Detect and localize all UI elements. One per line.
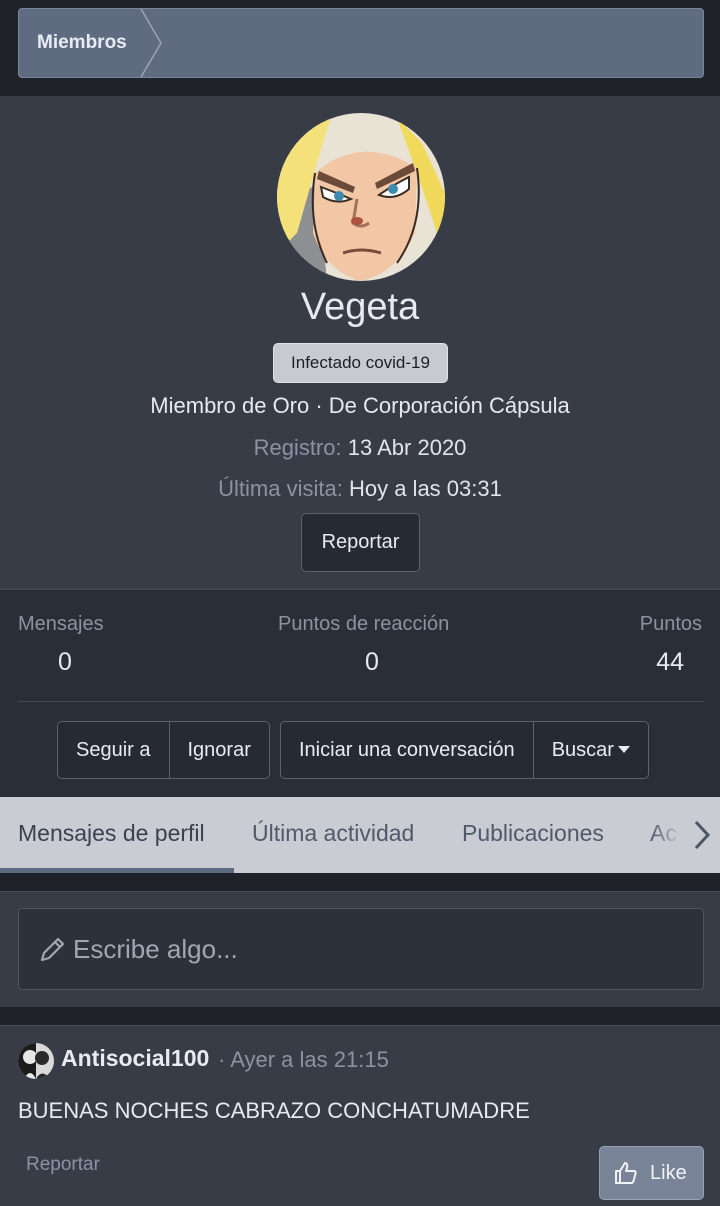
- tab-latest-activity[interactable]: Última actividad: [252, 797, 414, 873]
- search-dropdown-label: Buscar: [551, 739, 614, 761]
- user-title: Miembro de Oro · De Corporación Cápsula: [150, 393, 570, 418]
- profile-tabs: Mensajes de perfil Última actividad Publ…: [0, 797, 720, 873]
- registered-value: 13 Abr 2020: [347, 435, 467, 460]
- like-button[interactable]: Like: [599, 1146, 704, 1200]
- pencil-icon: [40, 937, 65, 962]
- post-author[interactable]: Antisocial100: [61, 1045, 209, 1072]
- breadcrumb: Miembros: [18, 8, 704, 78]
- caret-down-icon: [617, 746, 630, 753]
- reactions-value[interactable]: 0: [365, 648, 379, 677]
- composer-placeholder: Escribe algo...: [73, 934, 238, 964]
- search-dropdown-button[interactable]: Buscar: [532, 722, 648, 778]
- like-label: Like: [650, 1162, 687, 1184]
- composer-section: Escribe algo...: [0, 891, 720, 1007]
- registered-label: Registro:: [253, 435, 342, 460]
- start-conversation-button[interactable]: Iniciar una conversación: [281, 722, 533, 778]
- reactions-label: Puntos de reacción: [278, 613, 450, 635]
- follow-button[interactable]: Seguir a: [58, 722, 169, 778]
- last-seen-value: Hoy a las 03:31: [348, 476, 502, 501]
- registered-line: Registro: 13 Abr 2020: [0, 435, 720, 461]
- conversation-search-group: Iniciar una conversación Buscar: [280, 721, 649, 779]
- last-seen-label: Última visita:: [218, 476, 343, 501]
- report-button[interactable]: Reportar: [301, 513, 420, 572]
- profile-post: Antisocial100 · Ayer a las 21:15 BUENAS …: [0, 1025, 720, 1206]
- breadcrumb-separator-icon: [140, 9, 162, 77]
- profile-header: Vegeta Infectado covid-19 Miembro de Oro…: [0, 96, 720, 590]
- post-body: BUENAS NOCHES CABRAZO CONCHATUMADRE: [18, 1098, 530, 1123]
- thumbs-up-icon: [615, 1162, 637, 1184]
- messages-value[interactable]: 0: [58, 648, 72, 677]
- chevron-right-icon[interactable]: [690, 818, 714, 852]
- messages-label: Mensajes: [18, 613, 104, 635]
- points-value[interactable]: 44: [656, 648, 684, 677]
- post-author-avatar[interactable]: [18, 1043, 54, 1079]
- post-timestamp[interactable]: · Ayer a las 21:15: [218, 1047, 389, 1073]
- profile-username: Vegeta: [300, 286, 420, 328]
- follow-ignore-group: Seguir a Ignorar: [57, 721, 270, 779]
- post-report-link[interactable]: Reportar: [26, 1154, 100, 1176]
- user-banner-badge: Infectado covid-19: [273, 343, 448, 383]
- profile-post-input[interactable]: Escribe algo...: [18, 908, 704, 990]
- points-label: Puntos: [639, 613, 702, 635]
- tab-postings[interactable]: Publicaciones: [462, 797, 604, 873]
- profile-stats: Mensajes 0 Puntos de reacción 0 Puntos 4…: [0, 591, 720, 797]
- avatar[interactable]: [277, 113, 445, 281]
- active-tab-indicator: [0, 868, 234, 873]
- ignore-button[interactable]: Ignorar: [168, 722, 269, 778]
- breadcrumb-bar: Miembros: [0, 0, 720, 96]
- tab-profile-posts[interactable]: Mensajes de perfil: [18, 797, 205, 873]
- last-seen-line: Última visita: Hoy a las 03:31: [0, 476, 720, 502]
- stats-divider: [18, 701, 704, 702]
